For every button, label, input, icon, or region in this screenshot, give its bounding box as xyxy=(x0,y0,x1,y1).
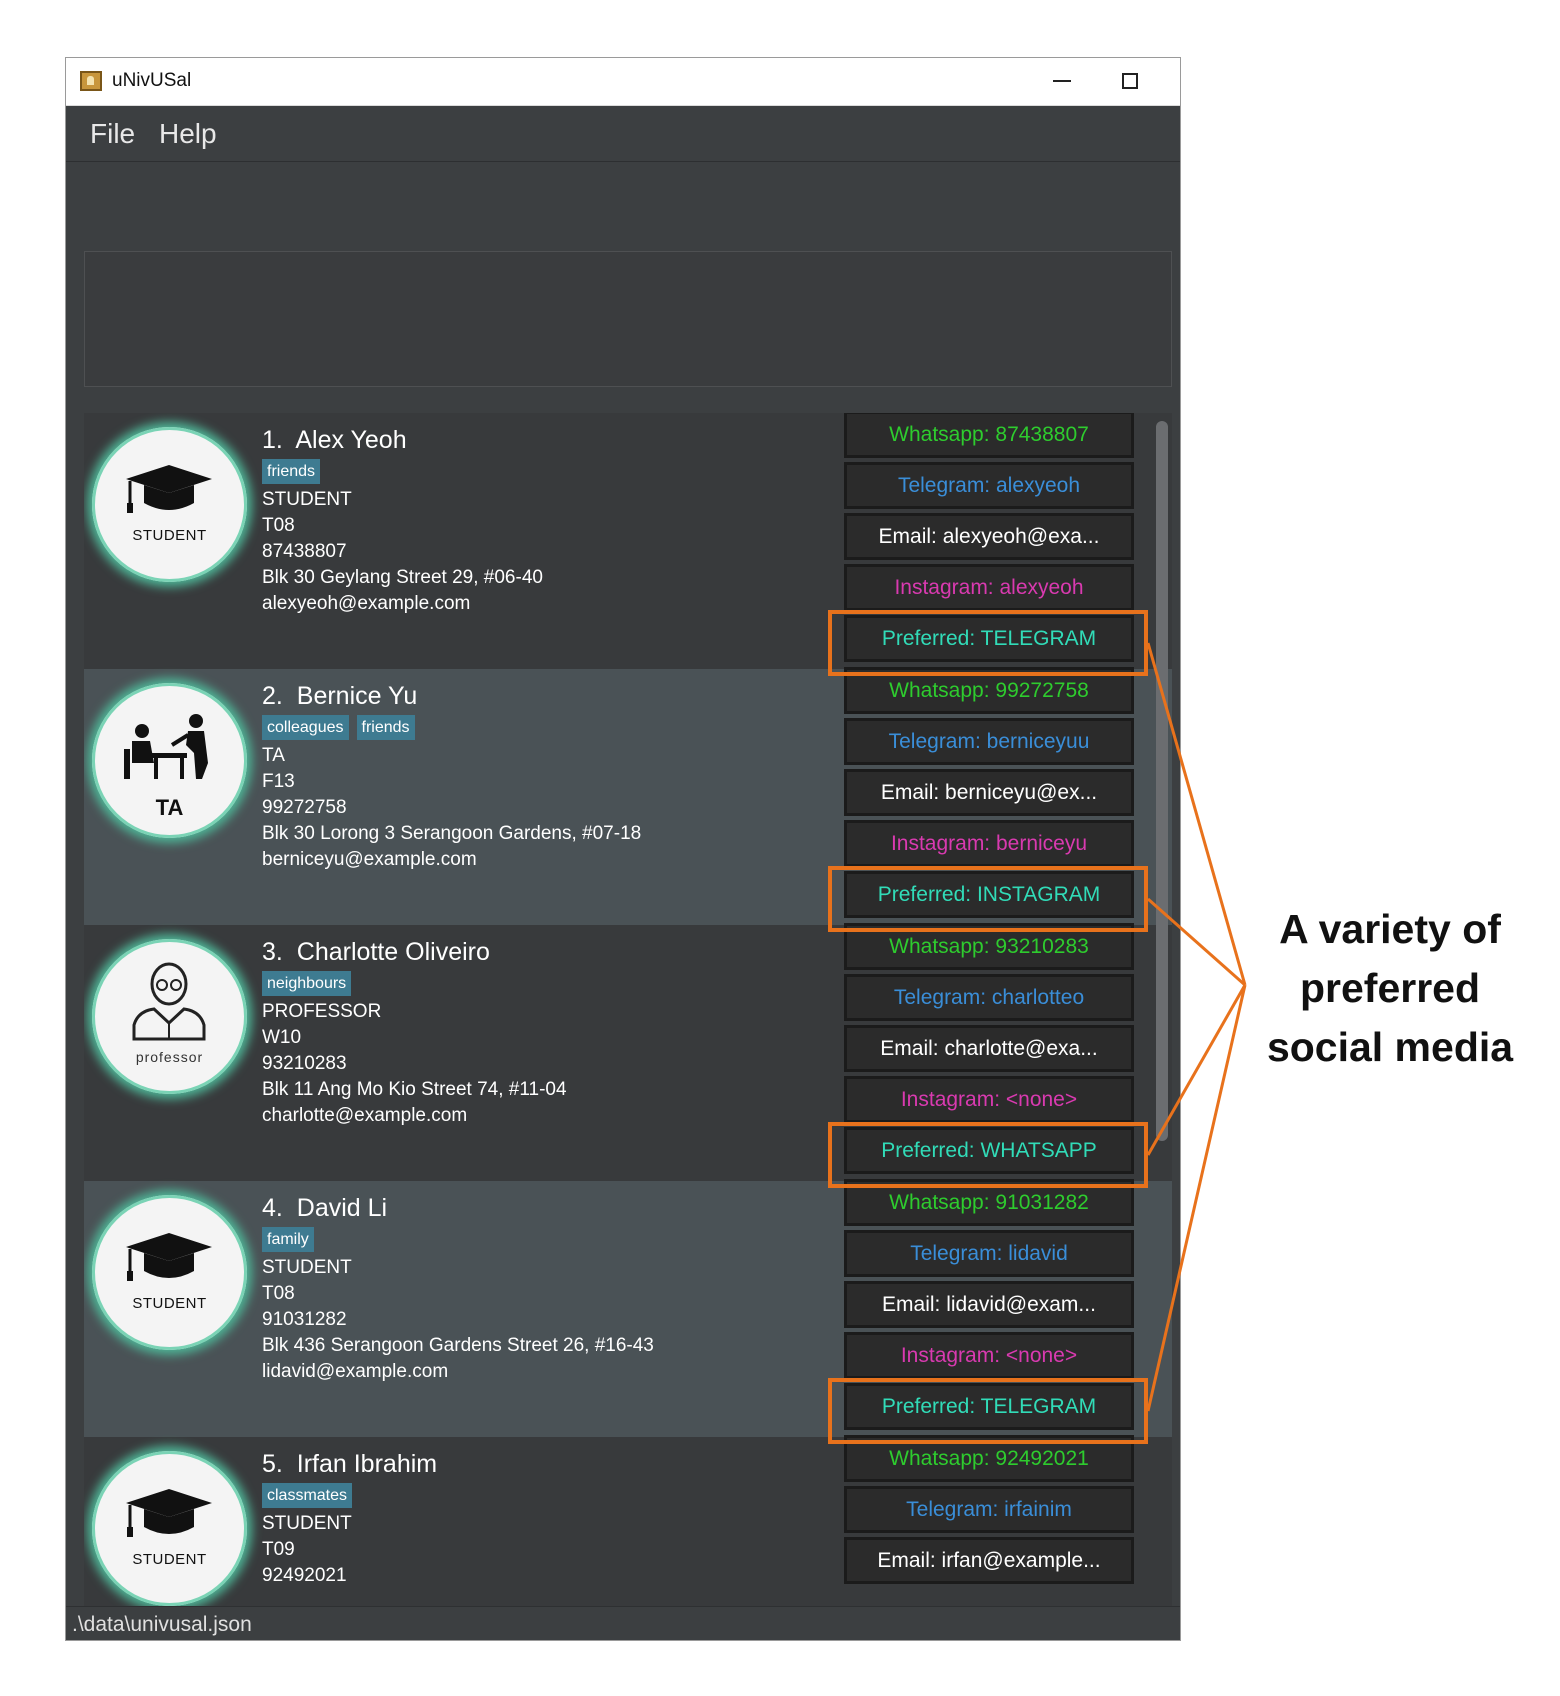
annotation-line-2: preferred xyxy=(1299,965,1480,1011)
annotation-text: A variety of preferred social media xyxy=(1230,900,1550,1077)
annotation-line-1: A variety of xyxy=(1279,906,1501,952)
annotation-line-3: social media xyxy=(1266,1024,1514,1070)
annotation-arrows xyxy=(1146,642,1247,1412)
